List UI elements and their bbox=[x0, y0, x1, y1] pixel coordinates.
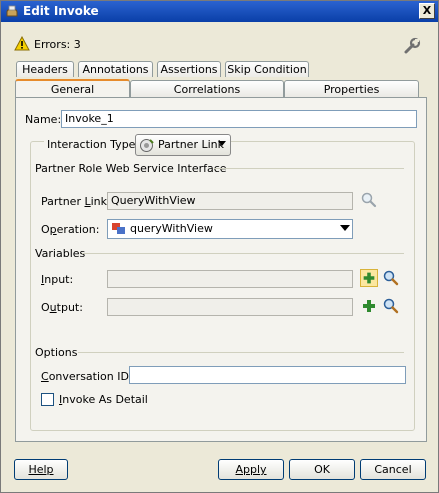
tab-assertions[interactable]: Assertions bbox=[157, 61, 221, 77]
partner-link-field[interactable]: QueryWithView bbox=[107, 192, 353, 210]
output-label: Output: bbox=[41, 301, 83, 314]
operation-icon bbox=[112, 223, 125, 234]
title-bar[interactable]: Edit Invoke X bbox=[1, 1, 438, 22]
operation-select[interactable]: queryWithView bbox=[107, 219, 353, 239]
invoke-as-detail-checkbox[interactable] bbox=[41, 393, 54, 406]
chevron-down-icon bbox=[218, 141, 226, 146]
search-icon[interactable] bbox=[360, 191, 378, 209]
tab-correlations[interactable]: Correlations bbox=[130, 80, 284, 98]
warning-icon bbox=[14, 36, 30, 51]
chevron-down-icon bbox=[340, 225, 350, 231]
operation-value: queryWithView bbox=[130, 222, 213, 235]
tab-skip-condition[interactable]: Skip Condition bbox=[225, 61, 309, 77]
variables-section-label: Variables bbox=[35, 247, 86, 260]
partner-link-icon bbox=[140, 139, 154, 152]
ok-button[interactable]: OK bbox=[289, 459, 355, 480]
partner-link-label: Partner Link: bbox=[41, 195, 111, 208]
name-field[interactable]: Invoke_1 bbox=[61, 110, 417, 128]
tab-annotations[interactable]: Annotations bbox=[78, 61, 153, 77]
options-section-label: Options bbox=[35, 346, 78, 359]
output-field[interactable] bbox=[107, 298, 353, 316]
interaction-type-dropdown[interactable]: Partner Link bbox=[135, 134, 231, 156]
general-panel: Name: Invoke_1 Interaction Type: Partner… bbox=[15, 97, 427, 442]
apply-button-label: Apply bbox=[235, 463, 267, 476]
invoke-as-detail-label: Invoke As Detail bbox=[59, 393, 148, 406]
options-separator bbox=[78, 352, 404, 353]
search-icon[interactable] bbox=[382, 269, 400, 287]
app-icon bbox=[6, 5, 18, 17]
tab-headers[interactable]: Headers bbox=[16, 61, 74, 77]
search-icon[interactable] bbox=[382, 297, 400, 315]
variables-separator bbox=[82, 253, 404, 254]
close-button[interactable]: X bbox=[419, 3, 435, 19]
wrench-icon[interactable] bbox=[403, 37, 421, 55]
help-button-label: Help bbox=[28, 463, 54, 476]
cancel-button[interactable]: Cancel bbox=[360, 459, 426, 480]
add-icon[interactable] bbox=[360, 297, 378, 315]
apply-button[interactable]: Apply bbox=[218, 459, 284, 480]
add-icon[interactable] bbox=[360, 269, 378, 287]
window-title: Edit Invoke bbox=[23, 4, 99, 18]
input-field[interactable] bbox=[107, 270, 353, 288]
interaction-type-value: Partner Link bbox=[158, 138, 224, 151]
partner-section-label: Partner Role Web Service Interface bbox=[35, 162, 227, 175]
partner-separator bbox=[214, 168, 404, 169]
conversation-id-label: Conversation ID: bbox=[41, 370, 133, 383]
conversation-id-field[interactable] bbox=[129, 366, 406, 384]
operation-label: Operation: bbox=[41, 223, 100, 236]
input-label: Input: bbox=[41, 273, 74, 286]
tab-general[interactable]: General bbox=[15, 79, 130, 99]
errors-text: Errors: 3 bbox=[34, 38, 81, 51]
edit-invoke-dialog: Edit Invoke X Errors: 3 Headers Annotati… bbox=[0, 0, 439, 493]
name-label: Name: bbox=[25, 113, 62, 126]
tab-properties[interactable]: Properties bbox=[284, 80, 419, 98]
interaction-type-label: Interaction Type: bbox=[44, 138, 143, 151]
help-button[interactable]: Help bbox=[14, 459, 68, 480]
